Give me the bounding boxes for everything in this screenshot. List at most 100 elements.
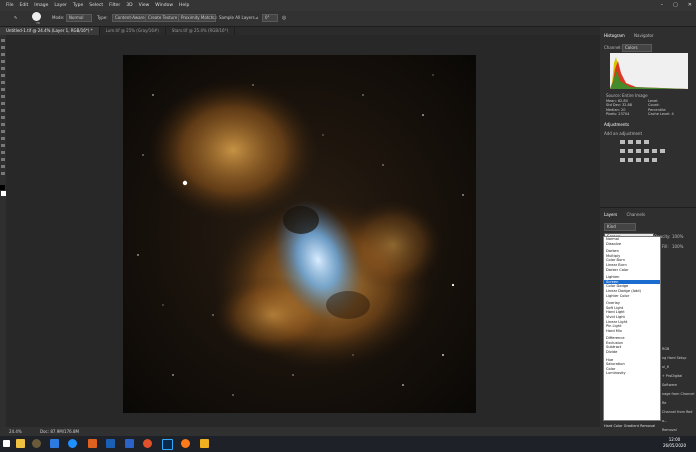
type-tool-icon[interactable]: [1, 144, 5, 147]
menu-item-type[interactable]: Type: [73, 3, 83, 8]
history-item[interactable]: ol_6: [662, 363, 696, 372]
stat-cache-level: Cache Level: 4: [648, 112, 674, 117]
histogram-panel-tabs: Histogram Navigator: [604, 33, 654, 38]
menu-item-edit[interactable]: Edit: [20, 3, 29, 8]
zoom-level[interactable]: 24.4%: [9, 429, 22, 434]
close-icon[interactable]: ✕: [688, 2, 692, 8]
channel-select[interactable]: Colors: [622, 44, 652, 52]
word-icon[interactable]: [125, 439, 134, 448]
marquee-tool-icon[interactable]: [1, 46, 5, 49]
history-item[interactable]: nage from Channel Re: [662, 390, 696, 408]
office-icon[interactable]: [88, 439, 97, 448]
adjustments-hint: Add an adjustment: [604, 131, 643, 136]
fill-value[interactable]: 100%: [672, 244, 683, 249]
firefox-icon[interactable]: [181, 439, 190, 448]
layers-panel-tabs: Layers Channels: [604, 212, 645, 217]
blend-mode-dropdown[interactable]: Normal Dissolve Darken Multiply Color Burn Li…: [603, 236, 661, 421]
menu-item-3d[interactable]: 3D: [126, 3, 132, 8]
stamp-tool-icon[interactable]: [1, 95, 5, 98]
menu-item-filter[interactable]: Filter: [109, 3, 120, 8]
app-icon[interactable]: [32, 439, 41, 448]
type-label: Type:: [97, 15, 108, 20]
app-icon[interactable]: [143, 439, 152, 448]
history-item[interactable]: Removal: [662, 426, 696, 435]
create-texture-button[interactable]: Create Texture: [145, 14, 181, 22]
adjustment-icons: [618, 139, 668, 166]
tab-lum[interactable]: Lum.tif @ 25% (Gray/16#): [100, 27, 166, 35]
panel-divider: [600, 207, 696, 208]
histogram-graph: [610, 53, 688, 89]
menu-item-select[interactable]: Select: [89, 3, 103, 8]
pen-tool-icon[interactable]: [1, 137, 5, 140]
mode-select[interactable]: Normal: [66, 14, 92, 22]
crop-tool-icon[interactable]: [1, 67, 5, 70]
blur-tool-icon[interactable]: [1, 123, 5, 126]
path-select-tool-icon[interactable]: [1, 151, 5, 154]
maximize-icon[interactable]: ▢: [673, 2, 678, 8]
outlook-icon[interactable]: [106, 439, 115, 448]
source-label: Source:: [606, 93, 622, 98]
tab-layers[interactable]: Layers: [604, 212, 617, 217]
windows-taskbar: 12:00 26/05/2020: [0, 436, 696, 452]
menu-item-view[interactable]: View: [139, 3, 150, 8]
brush-preview-icon[interactable]: [32, 12, 41, 21]
nebula-image[interactable]: [123, 55, 476, 413]
tab-stars[interactable]: Stars.tif @ 25.4% (RGB/16*): [166, 27, 236, 35]
fill-label: Fill:: [662, 244, 669, 249]
menu-item-layer[interactable]: Layer: [54, 3, 67, 8]
dodge-tool-icon[interactable]: [1, 130, 5, 133]
photoshop-icon[interactable]: [162, 439, 173, 450]
brush-tool-icon[interactable]: ✎: [14, 15, 17, 20]
menu-bar: File Edit Image Layer Type Select Filter 3D View…: [0, 0, 696, 11]
quick-select-tool-icon[interactable]: [1, 60, 5, 63]
history-item[interactable]: Channel from Red a...: [662, 408, 696, 426]
menu-item-image[interactable]: Image: [34, 3, 48, 8]
healing-tool-icon[interactable]: [1, 81, 5, 84]
eyedropper-tool-icon[interactable]: [1, 74, 5, 77]
lasso-tool-icon[interactable]: [1, 53, 5, 56]
histogram-stats-left: Mean: 62.80 Std Dev: 32.88 Median: 20 Pi…: [606, 99, 632, 117]
layer-kind-filter[interactable]: Kind: [604, 223, 636, 231]
gradient-tool-icon[interactable]: [1, 116, 5, 119]
history-item[interactable]: RGB: [662, 345, 696, 354]
start-icon[interactable]: [3, 440, 10, 447]
foreground-color-swatch[interactable]: [0, 185, 5, 190]
tab-histogram[interactable]: Histogram: [604, 33, 625, 38]
hand-tool-icon[interactable]: [1, 165, 5, 168]
angle-input[interactable]: 0°: [262, 14, 278, 22]
explorer-icon[interactable]: [16, 439, 25, 448]
histogram-stats-right: Level: Count: Percentile: Cache Level: 4: [648, 99, 674, 117]
minimize-icon[interactable]: –: [661, 2, 664, 8]
menu-item-help[interactable]: Help: [179, 3, 189, 8]
history-list: RGB ng Hard Setup ol_6 + ProDigital Soft…: [662, 345, 696, 435]
menu-item-file[interactable]: File: [6, 3, 14, 8]
shape-tool-icon[interactable]: [1, 158, 5, 161]
eraser-tool-icon[interactable]: [1, 109, 5, 112]
move-tool-icon[interactable]: [1, 39, 5, 42]
pressure-icon[interactable]: ◎: [282, 15, 286, 21]
brush-size: 70: [36, 21, 40, 25]
content-aware-button[interactable]: Content-Aware: [112, 14, 148, 22]
zoom-tool-icon[interactable]: [1, 172, 5, 175]
app-icon[interactable]: [200, 439, 209, 448]
browser-icon[interactable]: [68, 439, 77, 448]
tab-channels[interactable]: Channels: [627, 212, 646, 217]
taskbar-clock[interactable]: 12:00 26/05/2020: [663, 437, 686, 449]
sample-all-checkbox[interactable]: ☐: [213, 15, 217, 20]
blend-mode-option[interactable]: Luminosity: [604, 371, 660, 376]
sample-all-label: Sample All Layers: [219, 15, 255, 20]
source-select[interactable]: Entire Image: [622, 93, 648, 98]
menu-item-window[interactable]: Window: [155, 3, 173, 8]
document-tabs: Untitled-1.tif @ 24.4% (Layer 1, RGB/16*…: [0, 27, 600, 35]
history-item[interactable]: + ProDigital Software: [662, 372, 696, 390]
tab-untitled[interactable]: Untitled-1.tif @ 24.4% (Layer 1, RGB/16*…: [0, 27, 100, 35]
app-icon[interactable]: [50, 439, 59, 448]
proximity-match-button[interactable]: Proximity Match: [178, 14, 217, 22]
opacity-value[interactable]: 100%: [672, 234, 683, 239]
history-brush-tool-icon[interactable]: [1, 102, 5, 105]
brush-tool-icon[interactable]: [1, 88, 5, 91]
tab-navigator[interactable]: Navigator: [634, 33, 654, 38]
history-item[interactable]: ng Hard Setup: [662, 354, 696, 363]
history-item-current[interactable]: Hard Color Gradient Removal: [604, 424, 655, 428]
status-bar: 24.4% Doc: 87.9M/176.8M: [0, 427, 600, 436]
